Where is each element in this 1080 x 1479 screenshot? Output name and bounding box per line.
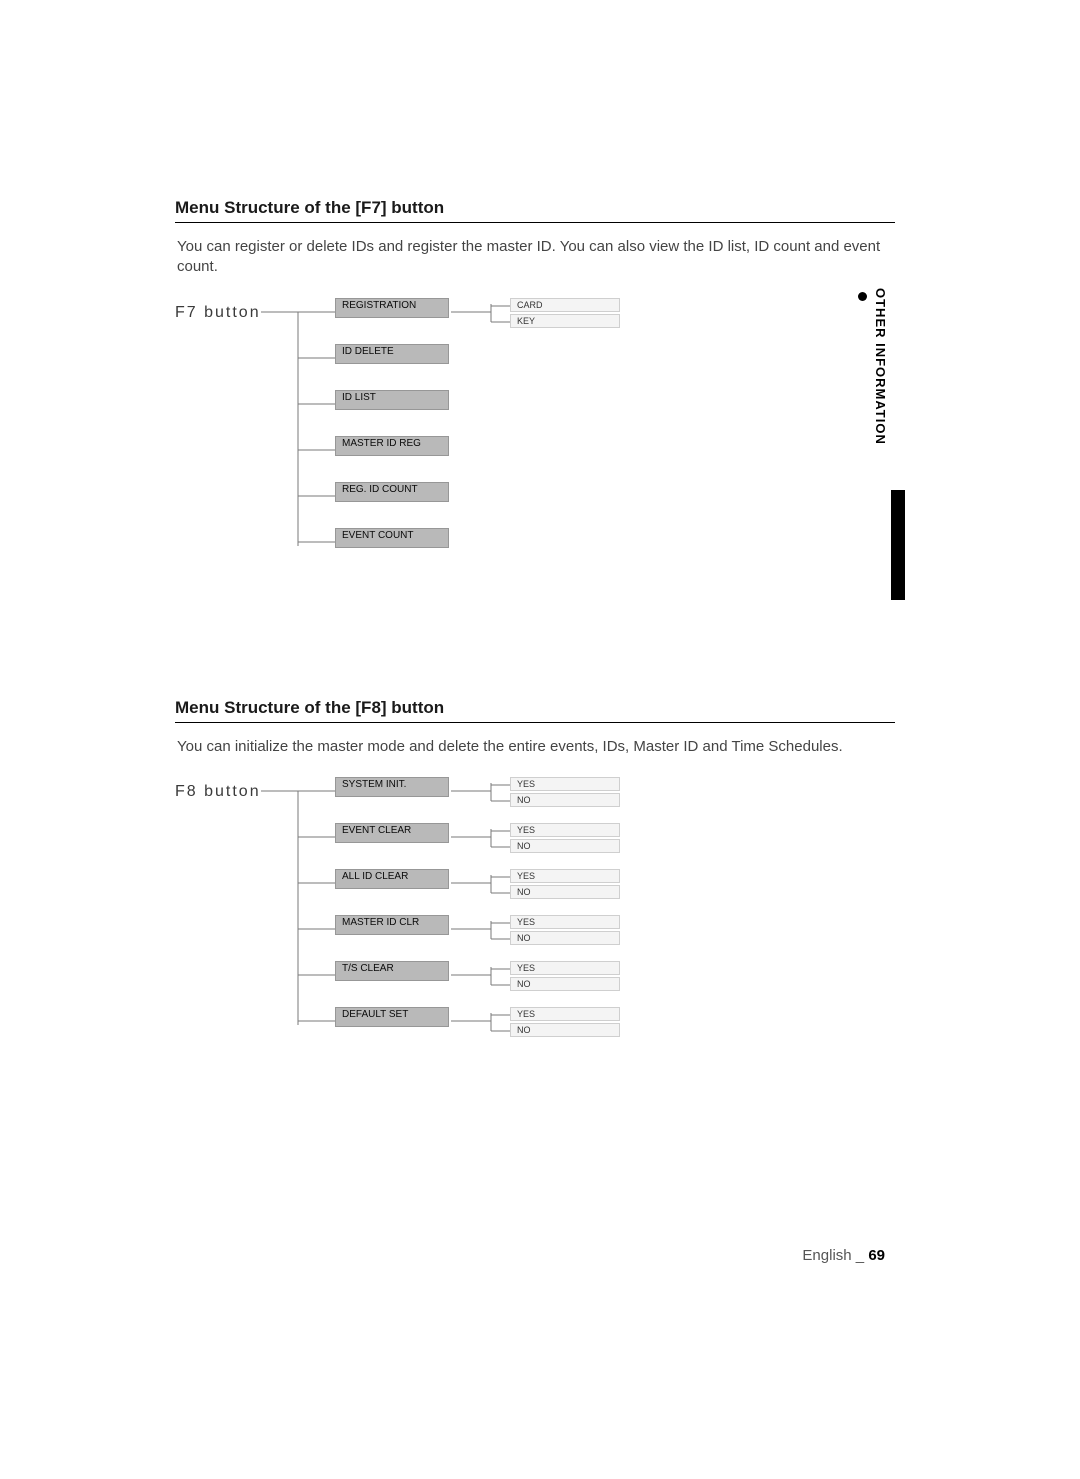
menu-leaf: NO: [510, 839, 620, 853]
tree-f8-leaves-4: YES NO: [510, 961, 620, 993]
menu-item: REG. ID COUNT: [335, 482, 449, 502]
page-footer: English _ 69: [0, 1247, 1080, 1264]
menu-leaf: YES: [510, 961, 620, 975]
menu-leaf: YES: [510, 869, 620, 883]
tree-f8: F8 button: [175, 783, 895, 1103]
menu-leaf: YES: [510, 1007, 620, 1021]
tree-f8-leaves-0: YES NO: [510, 777, 620, 809]
menu-item: ALL ID CLEAR: [335, 869, 449, 889]
section-f7-desc: You can register or delete IDs and regis…: [177, 237, 895, 278]
tree-f7-root: F7 button: [175, 304, 261, 322]
tree-f8-leaves-2: YES NO: [510, 869, 620, 901]
content-area: Menu Structure of the [F7] button You ca…: [175, 198, 895, 1238]
section-f8-title: Menu Structure of the [F8] button: [175, 698, 895, 723]
menu-leaf: YES: [510, 915, 620, 929]
tree-f7: F7 button: [175, 304, 895, 584]
menu-item: ID DELETE: [335, 344, 449, 364]
tree-f7-leaves: CARD KEY: [510, 298, 620, 330]
menu-item: MASTER ID CLR: [335, 915, 449, 935]
menu-item: REGISTRATION: [335, 298, 449, 318]
menu-leaf: NO: [510, 885, 620, 899]
section-f7: Menu Structure of the [F7] button You ca…: [175, 198, 895, 578]
menu-item: EVENT CLEAR: [335, 823, 449, 843]
menu-item: MASTER ID REG: [335, 436, 449, 456]
section-f8: Menu Structure of the [F8] button You ca…: [175, 698, 895, 1118]
menu-item: T/S CLEAR: [335, 961, 449, 981]
page: OTHER INFORMATION Menu Structure of the …: [0, 0, 1080, 1479]
menu-leaf: CARD: [510, 298, 620, 312]
section-f8-desc: You can initialize the master mode and d…: [177, 737, 895, 757]
menu-leaf: YES: [510, 823, 620, 837]
tree-f8-leaves-5: YES NO: [510, 1007, 620, 1039]
menu-item: ID LIST: [335, 390, 449, 410]
tree-f8-root: F8 button: [175, 783, 261, 801]
menu-leaf: NO: [510, 931, 620, 945]
menu-item: EVENT COUNT: [335, 528, 449, 548]
tree-f8-leaves-1: YES NO: [510, 823, 620, 855]
menu-leaf: NO: [510, 977, 620, 991]
tree-f8-leaves-3: YES NO: [510, 915, 620, 947]
menu-leaf: NO: [510, 793, 620, 807]
footer-lang: English: [802, 1247, 851, 1264]
footer-sep: _: [852, 1247, 869, 1264]
menu-leaf: NO: [510, 1023, 620, 1037]
menu-item: SYSTEM INIT.: [335, 777, 449, 797]
menu-item: DEFAULT SET: [335, 1007, 449, 1027]
menu-leaf: YES: [510, 777, 620, 791]
section-f7-title: Menu Structure of the [F7] button: [175, 198, 895, 223]
footer-page-number: 69: [868, 1247, 885, 1264]
menu-leaf: KEY: [510, 314, 620, 328]
